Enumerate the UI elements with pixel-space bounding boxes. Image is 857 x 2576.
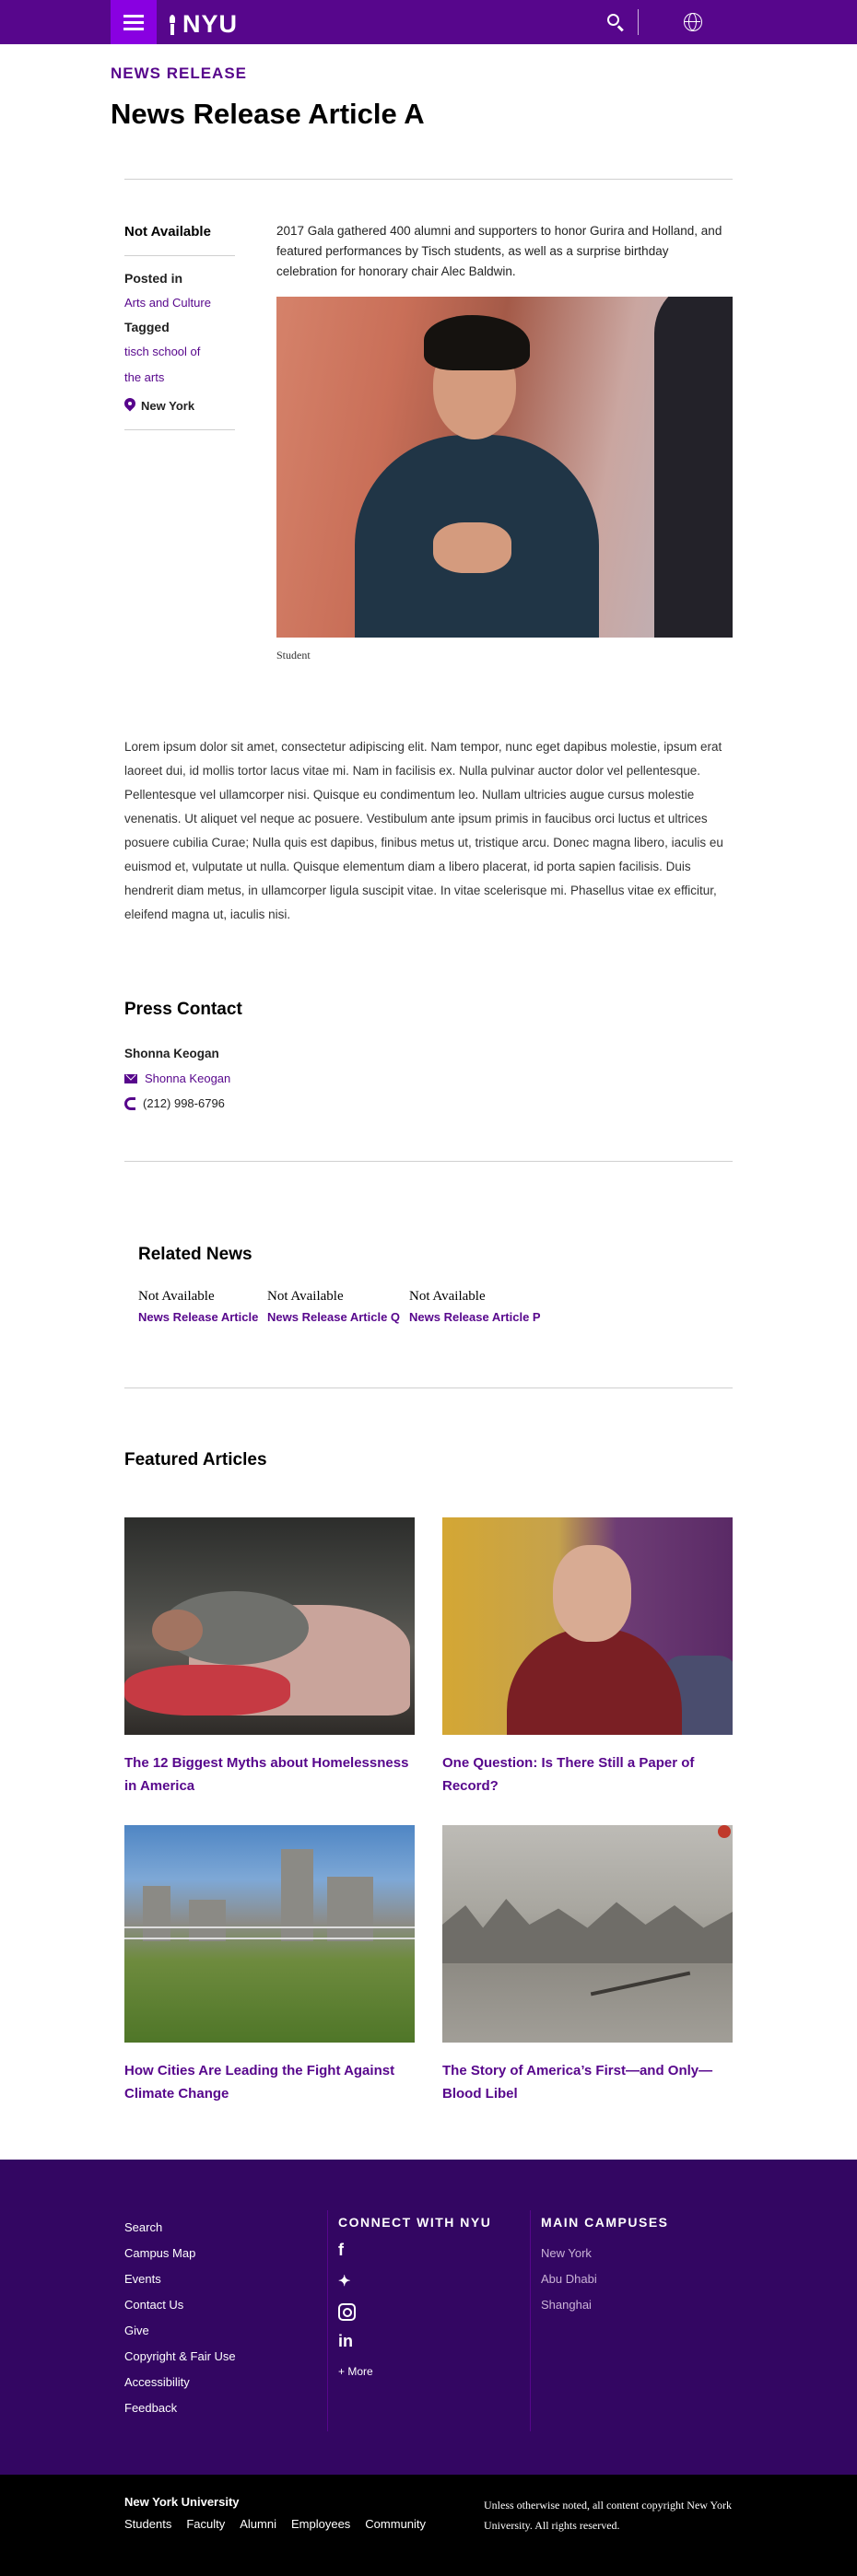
related-date: Not Available: [138, 1289, 215, 1304]
featured-image[interactable]: [124, 1517, 415, 1735]
featured-image[interactable]: [124, 1825, 415, 2043]
site-header: NYU: [0, 0, 857, 44]
featured-title-link[interactable]: How Cities Are Leading the Fight Against…: [124, 2059, 415, 2105]
torch-icon: [168, 14, 177, 35]
footer-link-copyright[interactable]: Copyright & Fair Use: [124, 2344, 236, 2370]
tag-link[interactable]: the arts: [124, 365, 235, 391]
footer-link-feedback[interactable]: Feedback: [124, 2395, 236, 2421]
campuses-column: Main Campuses New York Abu Dhabi Shangha…: [541, 2215, 669, 2318]
audience-link-alumni[interactable]: Alumni: [240, 2517, 276, 2531]
article-meta: Not Available Posted in Arts and Culture…: [124, 224, 235, 445]
divider: [124, 429, 235, 430]
featured-title-link[interactable]: The 12 Biggest Myths about Homelessness …: [124, 1751, 415, 1797]
footer-divider: [530, 2210, 531, 2431]
article-body: Lorem ipsum dolor sit amet, consectetur …: [124, 740, 723, 921]
audience-nav: Students Faculty Alumni Employees Commun…: [124, 2517, 426, 2531]
map-pin-icon: [124, 398, 135, 413]
divider: [124, 179, 733, 180]
related-news-heading: Related News: [138, 1245, 252, 1264]
audience-link-community[interactable]: Community: [365, 2517, 426, 2531]
tag-link[interactable]: tisch school of: [124, 339, 235, 365]
bottom-bar: New York University Students Faculty Alu…: [0, 2475, 857, 2576]
header-divider: [638, 9, 639, 35]
search-icon[interactable]: [605, 11, 627, 33]
posted-in-label: Posted in: [124, 271, 183, 286]
audience-link-students[interactable]: Students: [124, 2517, 171, 2531]
footer-divider: [327, 2210, 328, 2431]
footer-link-give[interactable]: Give: [124, 2318, 236, 2344]
more-social-link[interactable]: + More: [338, 2365, 491, 2378]
student-photo: [276, 297, 733, 638]
footer-link-campus-map[interactable]: Campus Map: [124, 2241, 236, 2266]
phone-number: (212) 998-6796: [143, 1096, 225, 1110]
featured-card: One Question: Is There Still a Paper of …: [442, 1517, 733, 1797]
featured-card: How Cities Are Leading the Fight Against…: [124, 1825, 415, 2105]
contact-name: Shonna Keogan: [124, 1047, 219, 1060]
envelope-icon: [124, 1073, 137, 1083]
divider: [124, 1161, 733, 1162]
article-intro: 2017 Gala gathered 400 alumni and suppor…: [276, 224, 722, 278]
featured-card: The 12 Biggest Myths about Homelessness …: [124, 1517, 415, 1797]
page-title: News Release Article A: [111, 98, 425, 130]
globe-icon[interactable]: [684, 13, 702, 31]
email-link[interactable]: Shonna Keogan: [145, 1071, 230, 1085]
featured-image[interactable]: [442, 1517, 733, 1735]
footer-brand: New York University: [124, 2495, 240, 2509]
campus-link-shanghai[interactable]: Shanghai: [541, 2292, 669, 2318]
facebook-icon[interactable]: f: [338, 2241, 491, 2261]
campus-link-abu-dhabi[interactable]: Abu Dhabi: [541, 2266, 669, 2292]
contact-phone: (212) 998-6796: [124, 1096, 225, 1110]
featured-image[interactable]: [442, 1825, 733, 2043]
article-eyebrow: News Release: [111, 64, 248, 82]
logo-text: NYU: [182, 10, 239, 38]
footer-link-contact[interactable]: Contact Us: [124, 2292, 236, 2318]
divider: [124, 255, 235, 256]
featured-title-link[interactable]: The Story of America’s First—and Only—Bl…: [442, 2059, 733, 2105]
tagged-label: Tagged: [124, 320, 170, 334]
related-link[interactable]: News Release Article P: [409, 1310, 541, 1324]
image-caption: Student: [276, 649, 311, 662]
footer-link-events[interactable]: Events: [124, 2266, 236, 2292]
press-contact-heading: Press Contact: [124, 1000, 242, 1019]
campus-link-new-york[interactable]: New York: [541, 2241, 669, 2266]
featured-card: The Story of America’s First—and Only—Bl…: [442, 1825, 733, 2105]
footer-link-accessibility[interactable]: Accessibility: [124, 2370, 236, 2395]
hamburger-menu-icon[interactable]: [111, 0, 157, 44]
related-date: Not Available: [267, 1289, 344, 1304]
featured-articles-heading: Featured Articles: [124, 1450, 267, 1469]
footer-links: Search Campus Map Events Contact Us Give…: [124, 2215, 236, 2421]
audience-link-employees[interactable]: Employees: [291, 2517, 350, 2531]
article-date: Not Available: [124, 224, 211, 240]
copyright-notice: Unless otherwise noted, all content copy…: [484, 2499, 732, 2532]
related-link[interactable]: News Release Article: [138, 1310, 258, 1324]
related-date: Not Available: [409, 1289, 486, 1304]
connect-column: Connect with NYU f ✦ in + More: [338, 2215, 491, 2378]
nyu-logo[interactable]: NYU: [168, 10, 238, 39]
featured-title-link[interactable]: One Question: Is There Still a Paper of …: [442, 1751, 733, 1797]
location: New York: [124, 398, 235, 413]
category-link[interactable]: Arts and Culture: [124, 290, 235, 316]
twitter-icon[interactable]: ✦: [338, 2272, 491, 2292]
audience-link-faculty[interactable]: Faculty: [186, 2517, 225, 2531]
location-label: New York: [141, 398, 195, 413]
phone-icon: [124, 1096, 135, 1110]
connect-heading: Connect with NYU: [338, 2215, 492, 2230]
contact-email: Shonna Keogan: [124, 1071, 230, 1085]
linkedin-icon[interactable]: in: [338, 2332, 491, 2352]
related-link[interactable]: News Release Article Q: [267, 1310, 400, 1324]
site-footer: Search Campus Map Events Contact Us Give…: [0, 2160, 857, 2475]
related-item: Not Available News Release Article P: [409, 1289, 541, 1324]
campuses-heading: Main Campuses: [541, 2215, 669, 2230]
related-item: Not Available News Release Article: [138, 1289, 258, 1324]
footer-link-search[interactable]: Search: [124, 2215, 236, 2241]
instagram-icon[interactable]: [338, 2303, 356, 2321]
related-item: Not Available News Release Article Q: [267, 1289, 400, 1324]
